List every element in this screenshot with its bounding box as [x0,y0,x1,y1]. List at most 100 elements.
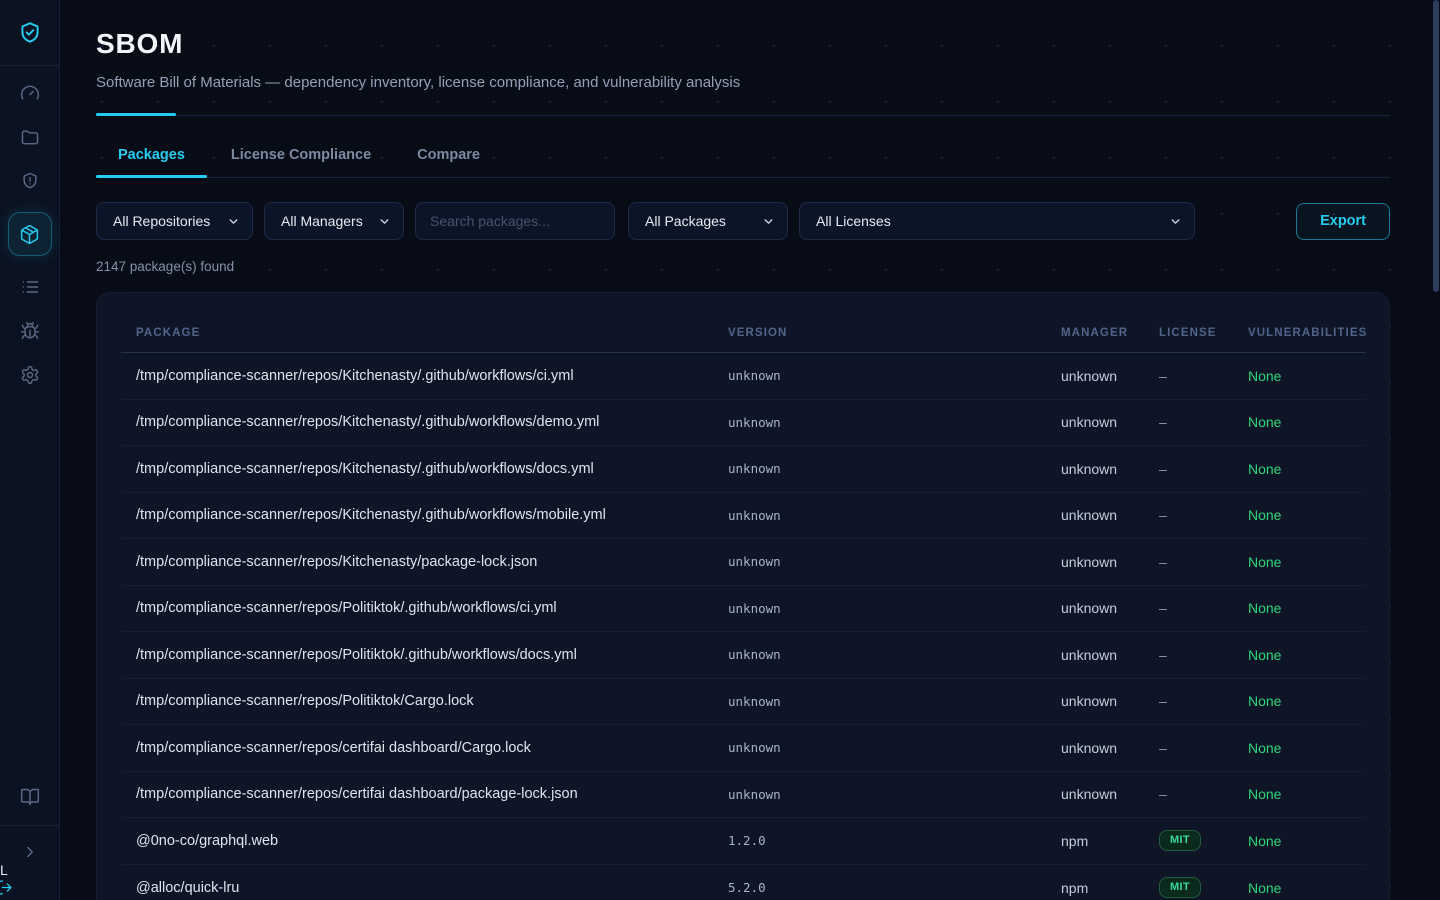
version-cell: unknown [728,368,1061,383]
license-cell: – [1159,368,1248,384]
gear-icon [20,365,40,385]
vulnerabilities-cell: None [1248,740,1365,756]
tab-compare[interactable]: Compare [395,134,502,177]
tab-bar: Packages License Compliance Compare [96,134,1390,178]
chevron-down-icon [762,215,775,228]
repositories-select-value: All Repositories [113,213,210,229]
license-cell: – [1159,647,1248,663]
version-cell: unknown [728,647,1061,662]
vulnerabilities-cell: None [1248,880,1365,896]
manager-cell: unknown [1061,507,1159,523]
licenses-select[interactable]: All Licenses [799,202,1195,240]
tab-license-compliance[interactable]: License Compliance [209,134,393,177]
vulnerabilities-cell: None [1248,414,1365,430]
package-cell: /tmp/compliance-scanner/repos/Politiktok… [121,693,728,709]
sidebar-item-reports[interactable] [8,274,52,300]
column-header-manager: Manager [1061,327,1159,339]
manager-cell: npm [1061,880,1159,896]
package-cell: /tmp/compliance-scanner/repos/Kitchenast… [121,368,728,384]
license-cell: MIT [1159,877,1201,898]
table-row[interactable]: /tmp/compliance-scanner/repos/certifai d… [121,772,1365,819]
sidebar-item-alerts[interactable] [8,168,52,194]
sidebar-divider [0,825,59,826]
chevron-down-icon [1169,215,1182,228]
manager-cell: unknown [1061,554,1159,570]
manager-cell: unknown [1061,647,1159,663]
column-header-vulnerabilities: Vulnerabilities [1248,327,1367,339]
package-cell: /tmp/compliance-scanner/repos/certifai d… [121,740,728,756]
version-cell: unknown [728,415,1061,430]
package-cell: /tmp/compliance-scanner/repos/Politiktok… [121,600,728,616]
license-cell: MIT [1159,830,1201,851]
manager-cell: unknown [1061,461,1159,477]
corner-overlay: L [0,861,13,896]
vulnerabilities-cell: None [1248,647,1365,663]
sidebar-nav [0,80,59,388]
manager-cell: unknown [1061,786,1159,802]
vulnerabilities-cell: None [1248,368,1365,384]
table-row[interactable]: @alloc/quick-lru 5.2.0 npm MIT None [121,865,1365,900]
sidebar-item-docs[interactable] [8,783,52,811]
shield-check-icon [17,20,43,46]
package-cell: @alloc/quick-lru [121,880,728,896]
logout-icon[interactable] [0,879,13,896]
vulnerabilities-cell: None [1248,507,1365,523]
version-cell: unknown [728,508,1061,523]
table-row[interactable]: /tmp/compliance-scanner/repos/Kitchenast… [121,353,1365,400]
table-row[interactable]: /tmp/compliance-scanner/repos/certifai d… [121,725,1365,772]
package-cell: /tmp/compliance-scanner/repos/certifai d… [121,786,728,802]
sidebar-collapse-button[interactable] [8,838,52,866]
sidebar-item-settings[interactable] [8,362,52,388]
table-body: /tmp/compliance-scanner/repos/Kitchenast… [121,353,1365,900]
table-row[interactable]: /tmp/compliance-scanner/repos/Kitchenast… [121,539,1365,586]
table-row[interactable]: /tmp/compliance-scanner/repos/Kitchenast… [121,400,1365,447]
package-box-icon [19,224,40,245]
search-input[interactable] [415,202,615,240]
vulnerabilities-cell: None [1248,833,1365,849]
manager-cell: unknown [1061,368,1159,384]
table-header-row: Package Version Manager License Vulnerab… [121,313,1365,353]
title-divider [96,113,1390,116]
vulnerabilities-cell: None [1248,554,1365,570]
version-cell: unknown [728,740,1061,755]
main-content: SBOM Software Bill of Materials — depend… [60,0,1434,900]
scrollbar-thumb[interactable] [1433,0,1439,292]
license-cell: – [1159,554,1248,570]
page-scrollbar[interactable] [1433,0,1440,900]
packages-select[interactable]: All Packages [628,202,788,240]
book-open-icon [20,787,40,807]
table-row[interactable]: /tmp/compliance-scanner/repos/Kitchenast… [121,493,1365,540]
package-cell: /tmp/compliance-scanner/repos/Kitchenast… [121,461,728,477]
packages-select-value: All Packages [645,213,726,229]
vulnerabilities-cell: None [1248,693,1365,709]
column-header-version: Version [728,327,1061,339]
version-cell: 5.2.0 [728,880,1061,895]
sidebar-item-dashboard[interactable] [8,80,52,106]
app-logo[interactable] [0,0,59,66]
package-cell: @0no-co/graphql.web [121,833,728,849]
repositories-select[interactable]: All Repositories [96,202,253,240]
package-cell: /tmp/compliance-scanner/repos/Kitchenast… [121,414,728,430]
tab-packages[interactable]: Packages [96,134,207,177]
table-row[interactable]: /tmp/compliance-scanner/repos/Kitchenast… [121,446,1365,493]
column-header-license: License [1159,327,1248,339]
chevron-right-icon [21,843,39,861]
manager-cell: npm [1061,833,1159,849]
sidebar-item-repositories[interactable] [8,124,52,150]
shield-alert-icon [20,171,40,191]
folder-icon [20,127,40,147]
version-cell: 1.2.0 [728,833,1061,848]
corner-label: L [0,861,13,879]
sidebar-item-issues[interactable] [8,318,52,344]
package-cell: /tmp/compliance-scanner/repos/Kitchenast… [121,507,728,523]
license-cell: – [1159,461,1248,477]
managers-select[interactable]: All Managers [264,202,404,240]
table-row[interactable]: /tmp/compliance-scanner/repos/Politiktok… [121,632,1365,679]
sidebar-item-sbom[interactable] [8,212,52,256]
table-row[interactable]: @0no-co/graphql.web 1.2.0 npm MIT None [121,818,1365,865]
table-row[interactable]: /tmp/compliance-scanner/repos/Politiktok… [121,586,1365,633]
export-button[interactable]: Export [1296,203,1390,240]
license-cell: – [1159,740,1248,756]
license-cell: – [1159,507,1248,523]
table-row[interactable]: /tmp/compliance-scanner/repos/Politiktok… [121,679,1365,726]
